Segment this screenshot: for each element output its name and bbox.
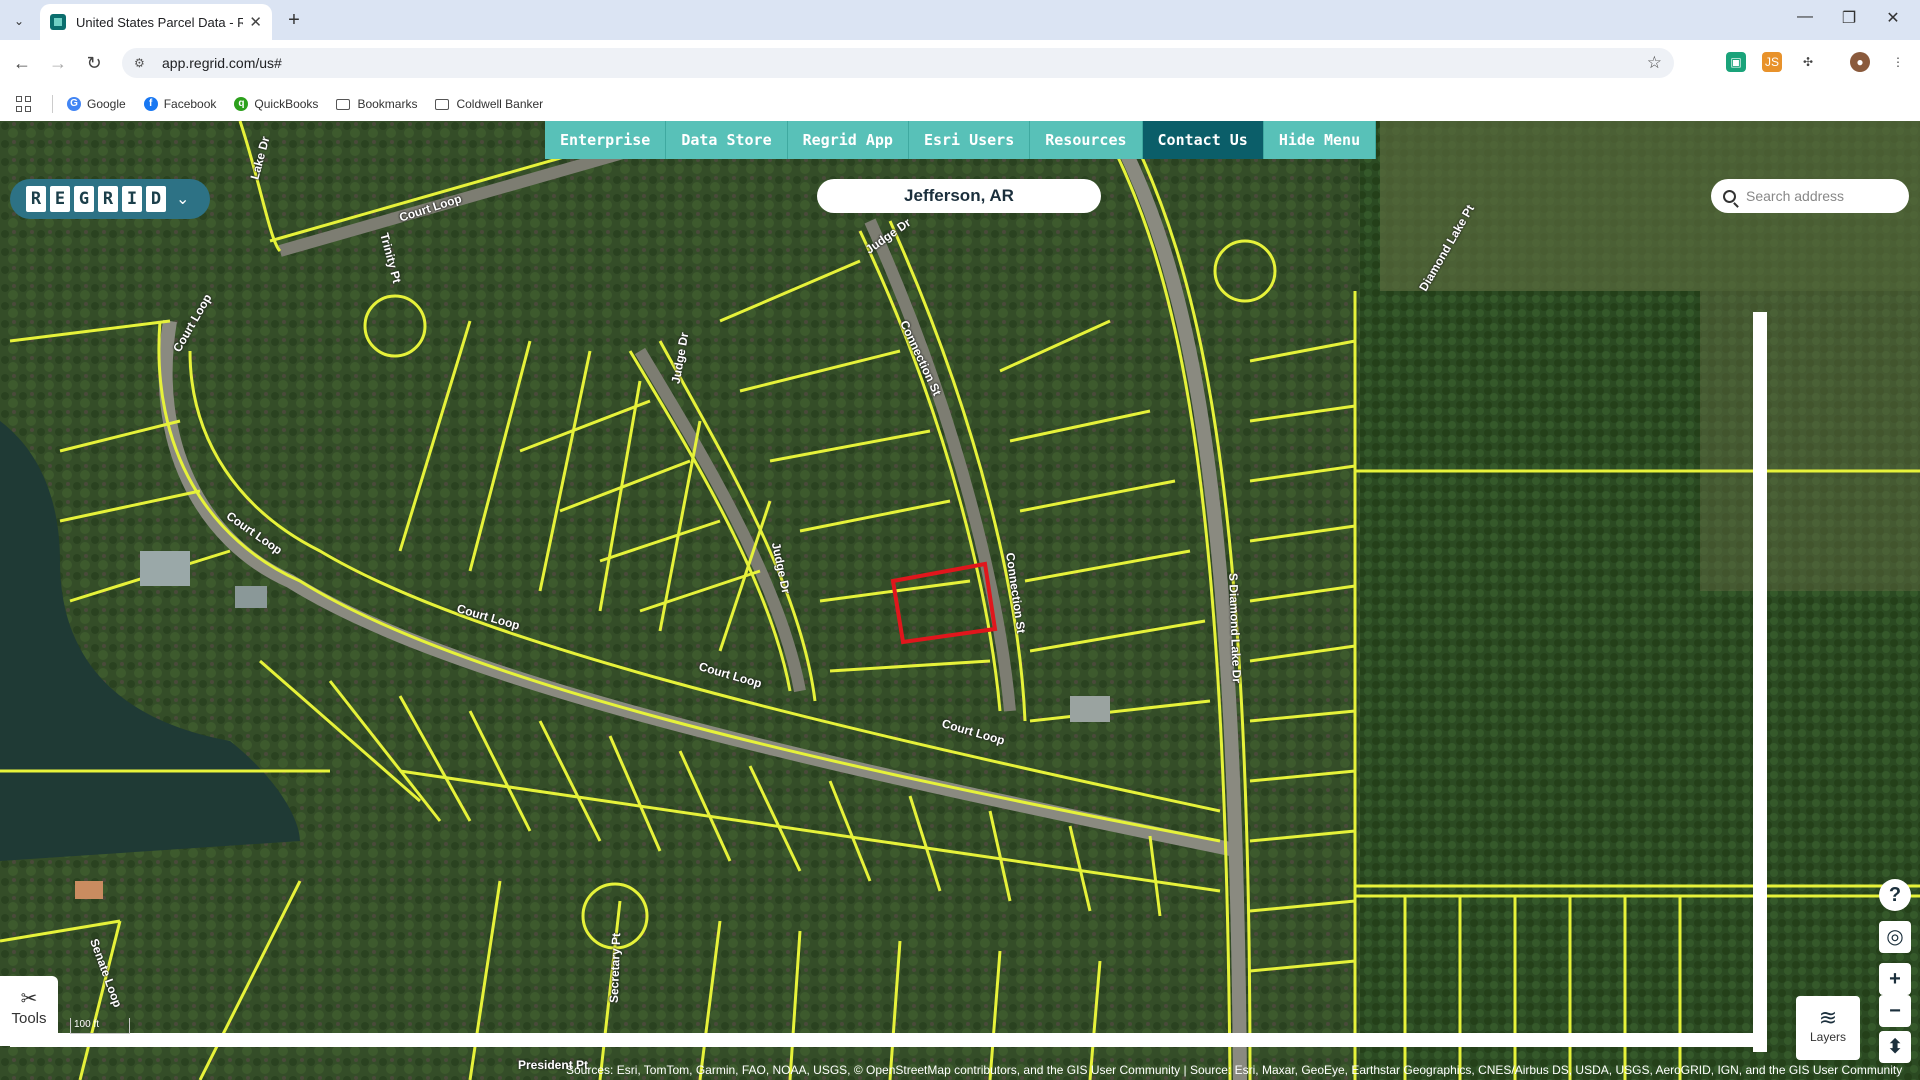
- bookmarks-bar: G Google f Facebook q QuickBooks Bookmarks …: [0, 88, 1920, 120]
- logo-letter: D: [146, 186, 166, 212]
- bookmark-label: Coldwell Banker: [456, 97, 544, 111]
- nav-esri-users[interactable]: Esri Users: [909, 121, 1031, 159]
- chevron-down-icon: ⌄: [176, 191, 190, 208]
- new-tab-icon[interactable]: +: [282, 8, 306, 32]
- map-overlay-edge: [1753, 312, 1767, 1052]
- bookmark-star-icon[interactable]: ☆: [1647, 53, 1662, 73]
- forward-icon[interactable]: →: [44, 50, 72, 76]
- tab-title: United States Parcel Data - Reg: [76, 14, 244, 30]
- bookmark-label: Bookmarks: [357, 97, 418, 111]
- search-icon: [1723, 189, 1736, 203]
- search-placeholder: Search address: [1746, 188, 1845, 204]
- bookmark-label: Facebook: [163, 97, 217, 111]
- nav-enterprise[interactable]: Enterprise: [545, 121, 667, 159]
- restore-icon[interactable]: ❐: [1834, 8, 1864, 28]
- map-attribution: Sources: Esri, TomTom, Garmin, FAO, NOAA…: [566, 1063, 1903, 1077]
- regrid-favicon-icon: [50, 14, 66, 30]
- satellite-imagery: [0, 121, 1920, 1080]
- nav-regrid-app[interactable]: Regrid App: [788, 121, 909, 159]
- locate-button[interactable]: ◎: [1879, 921, 1911, 953]
- tools-icon: ✂: [20, 988, 38, 1010]
- profile-avatar[interactable]: ●: [1850, 52, 1870, 72]
- nav-resources[interactable]: Resources: [1030, 121, 1143, 159]
- extension-icon[interactable]: ▣: [1726, 52, 1746, 72]
- zoom-out-button[interactable]: −: [1879, 995, 1911, 1027]
- bookmark-google[interactable]: G Google: [67, 97, 126, 111]
- layers-button[interactable]: ≋ Layers: [1796, 996, 1860, 1060]
- browser-tab[interactable]: United States Parcel Data - Reg ✕: [40, 4, 272, 40]
- facebook-icon: f: [143, 97, 158, 111]
- layers-label: Layers: [1809, 1030, 1847, 1044]
- folder-icon: [435, 98, 450, 110]
- tools-label: Tools: [11, 1010, 47, 1027]
- tab-search-icon[interactable]: ⌄: [8, 10, 30, 32]
- extensions-puzzle-icon[interactable]: ✣: [1798, 52, 1818, 72]
- site-info-icon[interactable]: ⚙: [134, 56, 148, 70]
- bookmark-folder-coldwell[interactable]: Coldwell Banker: [435, 97, 543, 111]
- map-overlay-edge: [10, 1033, 1767, 1047]
- apps-grid-icon[interactable]: [16, 96, 32, 112]
- extension-js-icon[interactable]: JS: [1762, 52, 1782, 72]
- scale-bar: 100 ft: [70, 1018, 130, 1034]
- tab-strip: ⌄ United States Parcel Data - Reg ✕ + — …: [0, 0, 1920, 40]
- regrid-top-nav: Enterprise Data Store Regrid App Esri Us…: [545, 121, 1377, 159]
- regrid-logo: R E G R I D: [26, 186, 170, 212]
- close-window-icon[interactable]: ✕: [1878, 8, 1908, 28]
- browser-chrome: ⌄ United States Parcel Data - Reg ✕ + — …: [0, 0, 1920, 121]
- logo-letter: E: [50, 186, 70, 212]
- logo-letter: G: [74, 186, 94, 212]
- address-bar[interactable]: ⚙ app.regrid.com/us# ☆: [122, 48, 1674, 78]
- layers-icon: ≋: [1818, 1005, 1838, 1030]
- regrid-brand-menu[interactable]: R E G R I D ⌄: [10, 179, 210, 219]
- reload-icon[interactable]: ↻: [80, 50, 108, 76]
- folder-icon: [336, 98, 351, 110]
- region-title[interactable]: Jefferson, AR: [817, 179, 1101, 213]
- search-input[interactable]: Search address: [1711, 179, 1909, 213]
- compass-button[interactable]: ⬍: [1879, 1031, 1911, 1063]
- zoom-in-button[interactable]: +: [1879, 963, 1911, 995]
- back-icon[interactable]: ←: [8, 50, 36, 76]
- street-label: Secretary Pt: [606, 932, 624, 1004]
- bookmark-facebook[interactable]: f Facebook: [143, 97, 217, 111]
- quickbooks-icon: q: [234, 97, 249, 111]
- close-tab-icon[interactable]: ✕: [249, 13, 262, 31]
- bookmark-label: Google: [87, 97, 126, 111]
- bookmark-folder-bookmarks[interactable]: Bookmarks: [336, 97, 417, 111]
- parcel-map[interactable]: Court Loop Court Loop Court Loop Court L…: [0, 121, 1920, 1080]
- nav-contact-us[interactable]: Contact Us: [1142, 121, 1264, 159]
- help-button[interactable]: ?: [1879, 879, 1911, 911]
- url-text: app.regrid.com/us#: [162, 55, 282, 71]
- browser-menu-icon[interactable]: ⋮: [1888, 52, 1908, 72]
- nav-hide-menu[interactable]: Hide Menu: [1264, 121, 1377, 159]
- nav-data-store[interactable]: Data Store: [666, 121, 788, 159]
- logo-letter: R: [26, 186, 46, 212]
- google-icon: G: [67, 97, 81, 111]
- minimize-icon[interactable]: —: [1790, 8, 1820, 26]
- bookmarks-separator: [52, 95, 53, 113]
- tools-button[interactable]: ✂ Tools: [0, 976, 58, 1046]
- logo-letter: R: [98, 186, 118, 212]
- bookmark-label: QuickBooks: [254, 97, 319, 111]
- logo-letter: I: [122, 186, 142, 212]
- bookmark-quickbooks[interactable]: q QuickBooks: [234, 97, 318, 111]
